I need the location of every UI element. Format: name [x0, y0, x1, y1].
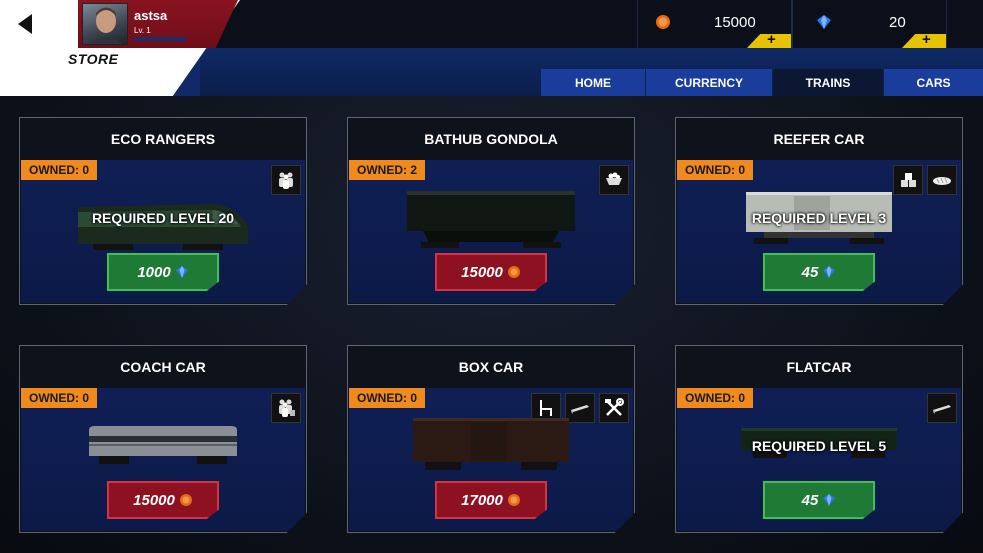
- plus-icon: +: [922, 31, 931, 48]
- store-card-eco-rangers[interactable]: ECO RANGERS OWNED: 0 REQUIRED LEVEL 20 1…: [19, 117, 307, 305]
- category-icons: [893, 165, 957, 195]
- username: astsa: [134, 8, 168, 23]
- tools-icon: [599, 393, 629, 423]
- required-level: REQUIRED LEVEL 3: [751, 210, 887, 226]
- gem-icon: [817, 15, 831, 29]
- category-icons: [927, 393, 957, 423]
- store-title: STORE: [68, 51, 119, 67]
- owned-badge: OWNED: 0: [21, 388, 97, 408]
- back-arrow-icon: [18, 14, 32, 34]
- card-body: OWNED: 2 15000: [349, 160, 633, 303]
- back-button[interactable]: [14, 12, 38, 36]
- passengers-icon: [271, 165, 301, 195]
- gem-icon: [175, 266, 188, 278]
- owned-badge: OWNED: 0: [21, 160, 97, 180]
- buy-button[interactable]: 17000: [435, 481, 547, 519]
- train-image: [89, 426, 237, 464]
- buy-button[interactable]: 45: [763, 481, 875, 519]
- passengers-luggage-icon: [271, 393, 301, 423]
- boxes-icon: [893, 165, 923, 195]
- player-level: Lv. 1: [134, 26, 151, 35]
- price-value: 45: [801, 263, 819, 281]
- store-card-flatcar[interactable]: FLATCAR OWNED: 0 REQUIRED LEVEL 5 45: [675, 345, 963, 533]
- plank-icon: [927, 393, 957, 423]
- card-body: OWNED: 0 REQUIRED LEVEL 20 1000: [21, 160, 305, 303]
- player-portrait-icon: [89, 7, 123, 44]
- card-body: OWNED: 0 REQUIRED LEVEL 5 45: [677, 388, 961, 531]
- card-title: FLATCAR: [786, 359, 852, 375]
- coal-icon: [599, 165, 629, 195]
- price-value: 15000: [133, 491, 175, 509]
- card-body: OWNED: 0 15000: [21, 388, 305, 531]
- train-image: [413, 418, 569, 470]
- store-tabs: HOME CURRENCY TRAINS CARS: [541, 69, 983, 96]
- price-value: 45: [801, 491, 819, 509]
- required-level: REQUIRED LEVEL 5: [751, 438, 887, 454]
- card-title: REEFER CAR: [773, 131, 865, 147]
- card-body: OWNED: 0 REQUIRED LEVEL 3 45: [677, 160, 961, 303]
- buy-button[interactable]: 45: [763, 253, 875, 291]
- buy-button[interactable]: 1000: [107, 253, 219, 291]
- owned-badge: OWNED: 2: [349, 160, 425, 180]
- price-value: 1000: [137, 263, 171, 281]
- required-level: REQUIRED LEVEL 20: [91, 210, 235, 226]
- xp-bar: [134, 37, 186, 41]
- price-value: 17000: [461, 491, 503, 509]
- coin-icon: [507, 494, 520, 506]
- tab-currency[interactable]: CURRENCY: [645, 69, 772, 96]
- avatar[interactable]: [82, 3, 128, 45]
- category-icons: [599, 165, 629, 195]
- card-body: OWNED: 0 17000: [349, 388, 633, 531]
- plus-icon: +: [767, 31, 776, 48]
- coin-icon: [179, 494, 192, 506]
- owned-badge: OWNED: 0: [349, 388, 425, 408]
- gems-value: 20: [889, 14, 906, 31]
- coin-icon: [656, 15, 670, 29]
- gems-panel: 20 +: [792, 0, 947, 48]
- train-image: [407, 191, 575, 248]
- card-title: BATHUB GONDOLA: [424, 131, 558, 147]
- coin-icon: [507, 266, 520, 278]
- add-gems-button[interactable]: +: [902, 34, 946, 48]
- tab-home[interactable]: HOME: [541, 69, 645, 96]
- store-card-bathub-gondola[interactable]: BATHUB GONDOLA OWNED: 2 15000: [347, 117, 635, 305]
- store-card-box-car[interactable]: BOX CAR OWNED: 0 17000: [347, 345, 635, 533]
- buy-button[interactable]: 15000: [435, 253, 547, 291]
- coins-panel: 15000 +: [637, 0, 792, 48]
- bread-icon: [927, 165, 957, 195]
- gem-icon: [823, 494, 836, 506]
- gem-icon: [823, 266, 836, 278]
- owned-badge: OWNED: 0: [677, 160, 753, 180]
- tab-trains[interactable]: TRAINS: [772, 69, 883, 96]
- category-icons: [271, 393, 301, 423]
- price-value: 15000: [461, 263, 503, 281]
- coins-value: 15000: [714, 14, 756, 31]
- store-card-reefer-car[interactable]: REEFER CAR OWNED: 0 REQUIRED LEVEL 3 45: [675, 117, 963, 305]
- buy-button[interactable]: 15000: [107, 481, 219, 519]
- card-title: COACH CAR: [120, 359, 206, 375]
- store-card-coach-car[interactable]: COACH CAR OWNED: 0 15000: [19, 345, 307, 533]
- tab-cars[interactable]: CARS: [883, 69, 983, 96]
- owned-badge: OWNED: 0: [677, 388, 753, 408]
- add-coins-button[interactable]: +: [747, 34, 791, 48]
- category-icons: [271, 165, 301, 195]
- card-title: ECO RANGERS: [110, 131, 216, 147]
- card-title: BOX CAR: [458, 359, 524, 375]
